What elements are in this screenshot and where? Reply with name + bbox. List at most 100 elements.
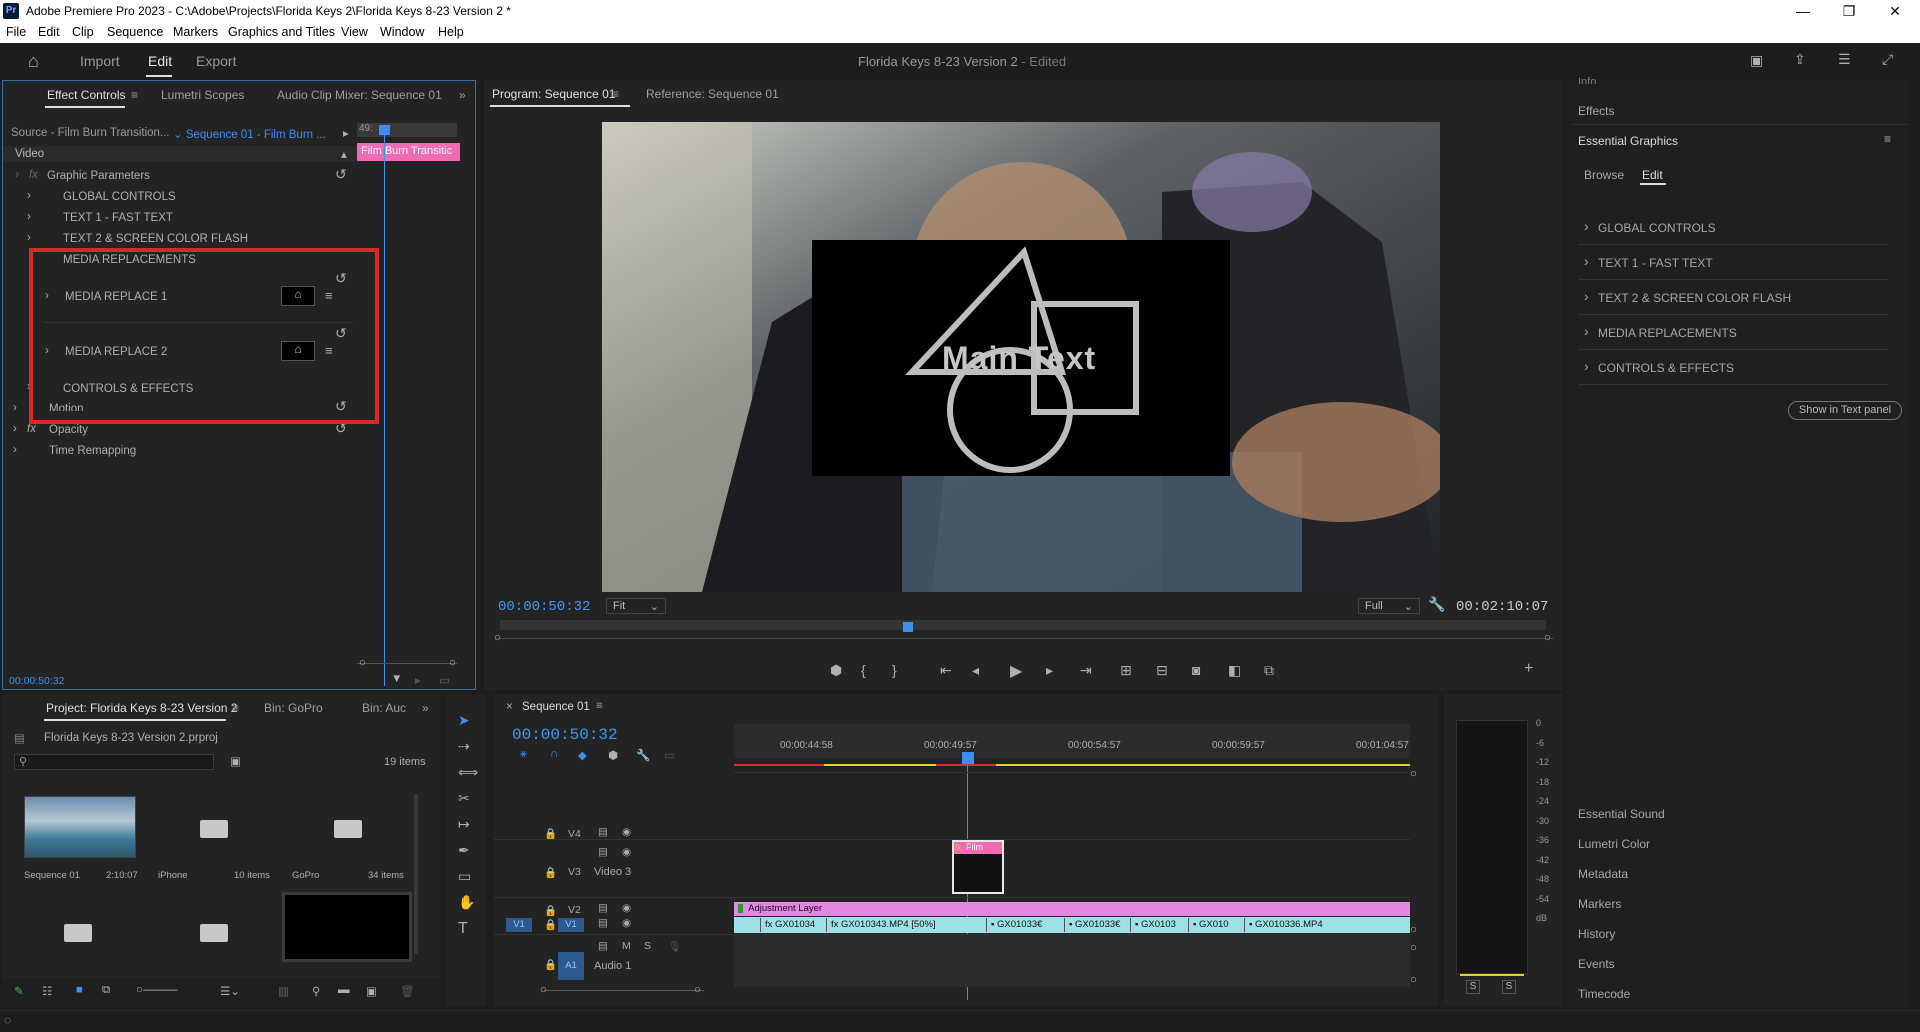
expand-chevron-icon[interactable]: › [13, 402, 17, 414]
project-search-input[interactable]: ⚲ [14, 754, 214, 770]
timeline-zoom-bar[interactable] [544, 990, 704, 991]
sync-icon[interactable]: ▤ [598, 917, 608, 929]
workspaces-icon[interactable]: ☰ [1838, 51, 1851, 68]
lock-icon[interactable]: 🔒 [544, 866, 557, 879]
tab-lumetri-scopes[interactable]: Lumetri Scopes [161, 88, 244, 102]
list-view-icon[interactable]: ☷ [42, 984, 52, 998]
new-item-icon[interactable]: ▣ [366, 984, 377, 998]
scroll-up-icon[interactable]: ▴ [341, 147, 347, 161]
pencil-icon[interactable]: ✎ [14, 984, 24, 998]
tab-bin-gopro[interactable]: Bin: GoPro [264, 701, 323, 715]
captions-icon[interactable]: ▭ [664, 748, 675, 762]
source-patch-v1[interactable]: V1 [506, 918, 532, 932]
video-clip[interactable]: ▪ GX01033€ [986, 918, 1048, 932]
program-timecode[interactable]: 00:00:50:32 [498, 599, 590, 615]
export-frame-icon[interactable]: ▭ [439, 673, 450, 687]
effects-panel-label[interactable]: Effects [1578, 104, 1614, 118]
tab-edit[interactable]: Edit [1642, 168, 1663, 182]
timeline-timecode[interactable]: 00:00:50:32 [512, 726, 618, 744]
eye-icon[interactable]: ◉ [622, 846, 631, 858]
menu-clip[interactable]: Clip [72, 25, 94, 39]
graphic-overlay[interactable]: Main Text [812, 240, 1230, 476]
eye-icon[interactable]: ◉ [622, 917, 631, 929]
timeline-playhead-handle[interactable] [962, 752, 974, 764]
share-icon[interactable]: ⇪ [1794, 51, 1806, 68]
home-icon[interactable]: ⌂ [28, 51, 39, 72]
tab-browse[interactable]: Browse [1584, 168, 1624, 182]
vr-icon[interactable]: ⧉ [1264, 662, 1274, 679]
graphic-parameters-label[interactable]: Graphic Parameters [47, 170, 150, 182]
ripple-edit-icon[interactable]: ⟺ [458, 764, 478, 781]
icon-view-icon[interactable]: ■ [76, 984, 83, 996]
expand-chevron-icon[interactable]: › [27, 190, 31, 202]
lumetri-color-panel[interactable]: Lumetri Color [1578, 837, 1650, 851]
trash-icon[interactable]: 🗑 [400, 984, 415, 998]
menu-view[interactable]: View [341, 25, 368, 39]
nav-edit[interactable]: Edit [148, 53, 172, 69]
fullscreen-icon[interactable]: ⤢ [1882, 51, 1893, 68]
add-marker-icon[interactable]: ⬢ [830, 662, 842, 679]
timeline-settings-icon[interactable]: 🔧 [636, 748, 650, 762]
mute-toggle-icon[interactable]: ▤ [598, 940, 608, 952]
tab-audio-clip-mixer[interactable]: Audio Clip Mixer: Sequence 01 [277, 88, 442, 102]
panel-overflow-icon[interactable]: » [422, 701, 429, 715]
eg-controls-effects[interactable]: CONTROLS & EFFECTS [1578, 351, 1888, 385]
tab-menu-icon[interactable]: ≡ [596, 700, 603, 712]
fit-dropdown[interactable]: Fit ⌄ [606, 598, 666, 614]
adjustment-layer-clip[interactable]: ■ Adjustment Layer [734, 902, 1410, 916]
snap-icon[interactable]: ∩ [550, 748, 558, 760]
video-clip[interactable]: ▪ GX010 [1188, 918, 1236, 932]
lift-icon[interactable]: ⊞ [1120, 662, 1132, 679]
type-tool-icon[interactable]: T [458, 920, 468, 938]
sequence-thumbnail[interactable] [24, 796, 136, 858]
new-bin-search-icon[interactable]: ▣ [230, 754, 241, 768]
sort-icon[interactable]: ☰⌄ [220, 984, 240, 998]
nav-import[interactable]: Import [80, 53, 120, 69]
menu-help[interactable]: Help [438, 25, 464, 39]
go-to-out-icon[interactable]: ⇥ [1080, 662, 1092, 679]
background-tasks-icon[interactable]: ◌ [4, 1013, 11, 1027]
source-label[interactable]: Source - Film Burn Transition... [11, 127, 170, 139]
step-forward-icon[interactable]: ▸ [1046, 662, 1053, 679]
quick-export-icon[interactable]: ▣ [1750, 52, 1763, 69]
video-frame[interactable]: Main Text [602, 122, 1440, 592]
opacity-label[interactable]: Opacity [49, 424, 88, 436]
camera-icon[interactable]: ◙ [1192, 662, 1200, 678]
tab-menu-icon[interactable]: ≡ [612, 87, 619, 101]
scroll-handle-icon[interactable]: ○ [1410, 924, 1417, 936]
sync-icon[interactable]: ▤ [598, 826, 608, 838]
folder-icon[interactable] [200, 820, 228, 838]
menu-markers[interactable]: Markers [173, 25, 218, 39]
new-bin-icon[interactable]: ▬ [338, 984, 350, 996]
metadata-panel[interactable]: Metadata [1578, 867, 1628, 881]
hand-tool-icon[interactable]: ✋ [458, 894, 475, 911]
menu-window[interactable]: Window [380, 25, 424, 39]
eg-media-replacements[interactable]: MEDIA REPLACEMENTS [1578, 316, 1888, 350]
clip-label[interactable]: Film Burn Transitic [357, 143, 460, 161]
tab-program[interactable]: Program: Sequence 01 [492, 87, 615, 101]
scroll-handle-icon[interactable]: ○ [1410, 942, 1417, 954]
scroll-handle-icon[interactable]: ○ [1410, 768, 1417, 780]
eg-text2[interactable]: TEXT 2 & SCREEN COLOR FLASH [1578, 281, 1888, 315]
tab-menu-icon[interactable]: ≡ [232, 701, 239, 715]
slip-icon[interactable]: ↦ [458, 816, 470, 833]
bin-gopro-name[interactable]: GoPro [292, 870, 319, 881]
close-icon[interactable]: ✕ [1872, 0, 1918, 22]
video-clip[interactable]: ▪ GX0103 [1130, 918, 1180, 932]
video-clip[interactable]: fx GX01034 [760, 918, 822, 932]
nest-icon[interactable]: ⚹ [520, 748, 527, 761]
timecode-panel[interactable]: Timecode [1578, 987, 1630, 1001]
info-panel-label[interactable]: Info [1578, 76, 1596, 84]
sequence-name[interactable]: Sequence 01 [24, 870, 80, 881]
selection-tool-icon[interactable]: ➤ [458, 712, 470, 729]
zoom-handle-icon[interactable]: ○ [540, 984, 547, 996]
track-a1-label[interactable]: A1 [558, 952, 584, 980]
eg-global-controls[interactable]: GLOBAL CONTROLS [1578, 211, 1888, 245]
main-text-overlay[interactable]: Main Text [942, 340, 1096, 377]
menu-sequence[interactable]: Sequence [107, 25, 163, 39]
menu-edit[interactable]: Edit [38, 25, 60, 39]
mark-out-icon[interactable]: } [892, 662, 897, 678]
mute-button[interactable]: M [622, 940, 631, 952]
sequence-tab[interactable]: Sequence 01 [522, 701, 590, 713]
solo-right-button[interactable]: S [1502, 980, 1516, 994]
